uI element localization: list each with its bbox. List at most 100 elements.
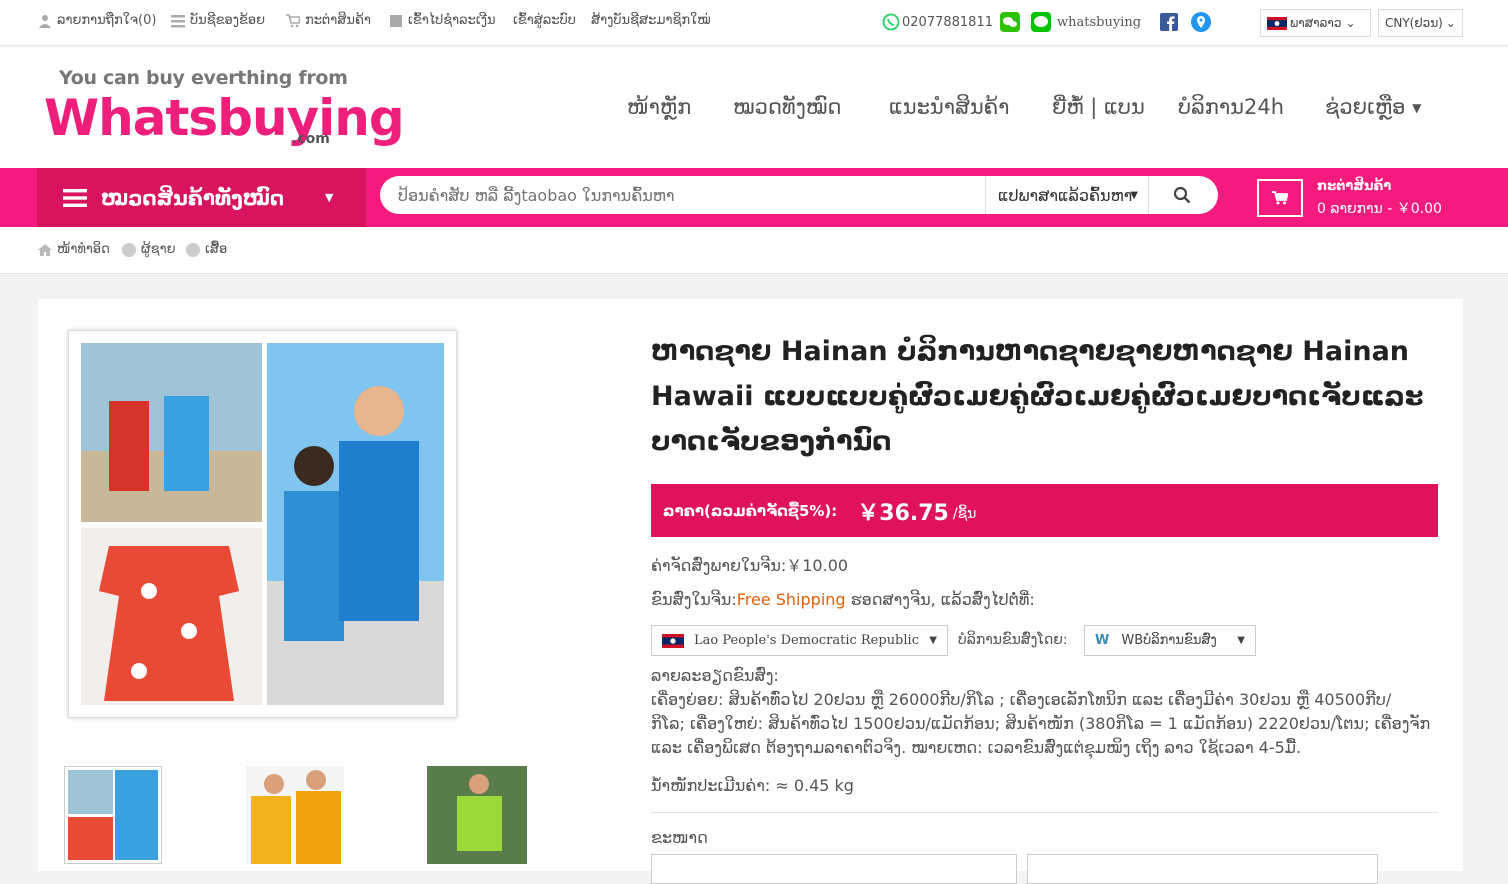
logo-tagline: You can buy everthing from	[59, 67, 348, 89]
chevron-right-icon	[122, 242, 136, 257]
lao-flag-icon	[662, 633, 684, 648]
breadcrumb-shirts[interactable]: ເສື້ອ	[186, 242, 227, 257]
breadcrumb-men[interactable]: ຜູ້ຊາຍ	[122, 242, 176, 257]
thumbnail-photo	[427, 766, 527, 864]
breadcrumb-home-label: ໜ້າທຳອິດ	[57, 242, 110, 257]
carrier-select[interactable]: W WBບໍລິການຂົນສົ່ງ ▼	[1084, 625, 1256, 656]
nav-home[interactable]: ໜ້າຫຼັກ	[627, 95, 691, 119]
product-main-image[interactable]	[68, 330, 457, 718]
search-mode-label: ແປພາສາແລ້ວຄົ້ນຫາ	[998, 185, 1133, 205]
thumbnail-photo	[246, 766, 344, 864]
free-shipping-label: Free Shipping	[736, 590, 846, 609]
price-unit: /ຊິ້ນ	[952, 505, 977, 522]
carrier-label: ບໍລິການຂົນສົ່ງໂດຍ:	[958, 632, 1068, 648]
product-title: ຫາດຊາຍ Hainan ບໍລິການຫາດຊາຍຊາຍຫາດຊາຍ Hai…	[651, 336, 1424, 457]
breadcrumb-shirts-label: ເສື້ອ	[205, 242, 228, 257]
all-categories-label: ໝວດສິນຄ້າທັງໝົດ	[101, 185, 285, 210]
mini-cart-summary: 0 ລາຍການ - ￥0.00	[1317, 201, 1442, 217]
search-icon	[1173, 186, 1191, 204]
price-bar: ລາຄາ(ລວມຄ່າຈັດຊື້5%): ￥36.75 /ຊິ້ນ	[651, 484, 1438, 537]
divider	[651, 812, 1438, 813]
nav-recommended[interactable]: ແນະນຳສິນຄ້າ	[889, 95, 1009, 119]
language-label: ພາສາລາວ	[1290, 16, 1342, 30]
shipping-details-line: ກິໂລ; ເຄື່ອງໃຫຍ່: ສິນຄ້າທົ່ວໄປ 1500ຢວນ/ແ…	[651, 714, 1431, 733]
destination-country-select[interactable]: Lao People's Democratic Republic ▼	[651, 625, 948, 656]
list-icon	[171, 14, 185, 27]
caret-down-icon: ▼	[1237, 635, 1245, 646]
line-link[interactable]: whatsbuying	[1031, 12, 1141, 32]
cart-icon	[286, 13, 300, 27]
home-icon	[38, 243, 52, 256]
register-link[interactable]: ສ້າງບັນຊີສະມາຊິກໃໝ່	[591, 13, 711, 28]
size-label: ຂະໜາດ	[651, 828, 708, 847]
size-option[interactable]	[1027, 854, 1378, 884]
nav-all-categories[interactable]: ໝວດທັງໝົດ	[733, 95, 841, 119]
breadcrumb-men-label: ຜູ້ຊາຍ	[141, 242, 176, 257]
category-search-bar: ໝວດສິນຄ້າທັງໝົດ ▼ ແປພາສາແລ້ວຄົ້ນຫາ ▼ ກະຕ…	[0, 168, 1508, 227]
logo-suffix: .com	[292, 131, 330, 147]
search-mode-select[interactable]: ແປພາສາແລ້ວຄົ້ນຫາ ▼	[985, 176, 1149, 214]
currency-label: CNY(ຢວນ)	[1385, 16, 1443, 30]
mini-cart-box	[1257, 179, 1303, 217]
cart-link[interactable]: ກະຕ່າສິນຄ້າ	[286, 13, 371, 28]
line-name: whatsbuying	[1057, 14, 1142, 30]
location-link[interactable]	[1191, 12, 1211, 32]
location-icon	[1191, 12, 1211, 32]
search-input[interactable]	[398, 176, 978, 214]
chevron-right-icon	[186, 242, 200, 257]
checkout-label: ເຂົ້າໄປຊຳລະເງີນ	[408, 13, 496, 28]
breadcrumb-home[interactable]: ໜ້າທຳອິດ	[38, 242, 110, 257]
china-shipping-cost: ຄ່າຈັດສົ່ງພາຍໃນຈີນ:￥10.00	[651, 556, 849, 575]
nav-brands[interactable]: ຍີ່ຫໍ້ | ແບນ	[1052, 95, 1145, 119]
register-label: ສ້າງບັນຊີສະມາຊິກໃໝ່	[591, 13, 711, 28]
language-select[interactable]: ພາສາລາວ ⌄	[1260, 9, 1371, 37]
product-photo	[81, 343, 444, 705]
estimated-weight: ນ້ຳໜັກປະເມີນຄ່າ: ≈ 0.45 kg	[651, 776, 854, 795]
product-thumbnail-3[interactable]	[427, 766, 527, 864]
search-box: ແປພາສາແລ້ວຄົ້ນຫາ ▼	[380, 176, 1218, 214]
checkout-icon	[390, 14, 402, 27]
cart-icon	[1272, 191, 1288, 205]
logo-name: Whatsbuying	[44, 89, 405, 147]
shipping-suffix: ຮອດສາງຈີນ, ແລ້ວສົ່ງໄປຕໍ່ທີ່:	[850, 590, 1035, 609]
size-option[interactable]	[651, 854, 1017, 884]
thumbnail-photo	[65, 767, 161, 863]
nav-help-label: ຊ່ວຍເຫຼືອ	[1325, 95, 1406, 119]
cart-label: ກະຕ່າສິນຄ້າ	[305, 13, 371, 28]
login-label: ເຂົ້າສູ່ລະບົບ	[513, 13, 576, 28]
login-link[interactable]: ເຂົ້າສູ່ລະບົບ	[513, 13, 576, 28]
caret-down-icon: ▼	[1130, 189, 1138, 201]
wechat-link[interactable]	[1000, 12, 1020, 32]
search-button[interactable]	[1152, 176, 1212, 214]
product-thumbnail-1[interactable]	[64, 766, 162, 864]
caret-down-icon: ▼	[929, 635, 937, 646]
price-label: ລາຄາ(ລວມຄ່າຈັດຊື້5%):	[663, 501, 838, 520]
menu-icon	[63, 188, 87, 207]
destination-country-label: Lao People's Democratic Republic	[694, 633, 919, 648]
checkout-link[interactable]: ເຂົ້າໄປຊຳລະເງີນ	[389, 13, 496, 28]
nav-help[interactable]: ຊ່ວຍເຫຼືອ ▼	[1325, 95, 1421, 119]
breadcrumb: ໜ້າທຳອິດ ຜູ້ຊາຍ ເສື້ອ	[0, 227, 1508, 274]
chevron-down-icon: ⌄	[1445, 16, 1456, 30]
currency-select[interactable]: CNY(ຢວນ) ⌄	[1378, 9, 1463, 37]
nav-service[interactable]: ບໍລິການ24h	[1178, 95, 1284, 119]
caret-down-icon: ▼	[325, 191, 334, 204]
shipping-details-title: ລາຍລະອຽດຂົນສົ່ງ:	[651, 666, 779, 685]
phone-number: 02077881811	[902, 14, 993, 30]
shipping-details: ລາຍລະອຽດຂົນສົ່ງ: ເຄື່ອງຍ່ອຍ: ສິນຄ້າທົ່ວໄ…	[651, 664, 1441, 760]
price-value: ￥36.75	[857, 500, 949, 526]
account-link[interactable]: ບັນຊີຂອງຂ້ອຍ	[171, 13, 265, 28]
shipping-details-line: ແລະ ເຄື່ອງພິເສດ ຕ້ອງຖາມລາຄາຕົວຈິງ. ໝາຍເຫ…	[651, 738, 1302, 757]
mini-cart-title: ກະຕ່າສິນຄ້າ	[1317, 179, 1392, 194]
facebook-icon	[1160, 13, 1178, 31]
product-thumbnail-2[interactable]	[246, 766, 344, 864]
caret-down-icon: ▼	[1412, 101, 1422, 115]
header: You can buy everthing from Whatsbuying .…	[0, 47, 1508, 168]
wishlist-link[interactable]: ລາຍການຖືກໃຈ(0)	[38, 13, 156, 28]
facebook-link[interactable]	[1160, 13, 1178, 31]
shipping-prefix: ຂົນສົ່ງໃນຈີນ:	[651, 590, 737, 609]
account-label: ບັນຊີຂອງຂ້ອຍ	[190, 13, 266, 28]
whatsapp-link[interactable]: 02077881811	[882, 13, 993, 31]
top-bar: ລາຍການຖືກໃຈ(0) ບັນຊີຂອງຂ້ອຍ ກະຕ່າສິນຄ້າ …	[0, 0, 1508, 46]
all-categories-button[interactable]: ໝວດສິນຄ້າທັງໝົດ ▼	[37, 168, 366, 227]
